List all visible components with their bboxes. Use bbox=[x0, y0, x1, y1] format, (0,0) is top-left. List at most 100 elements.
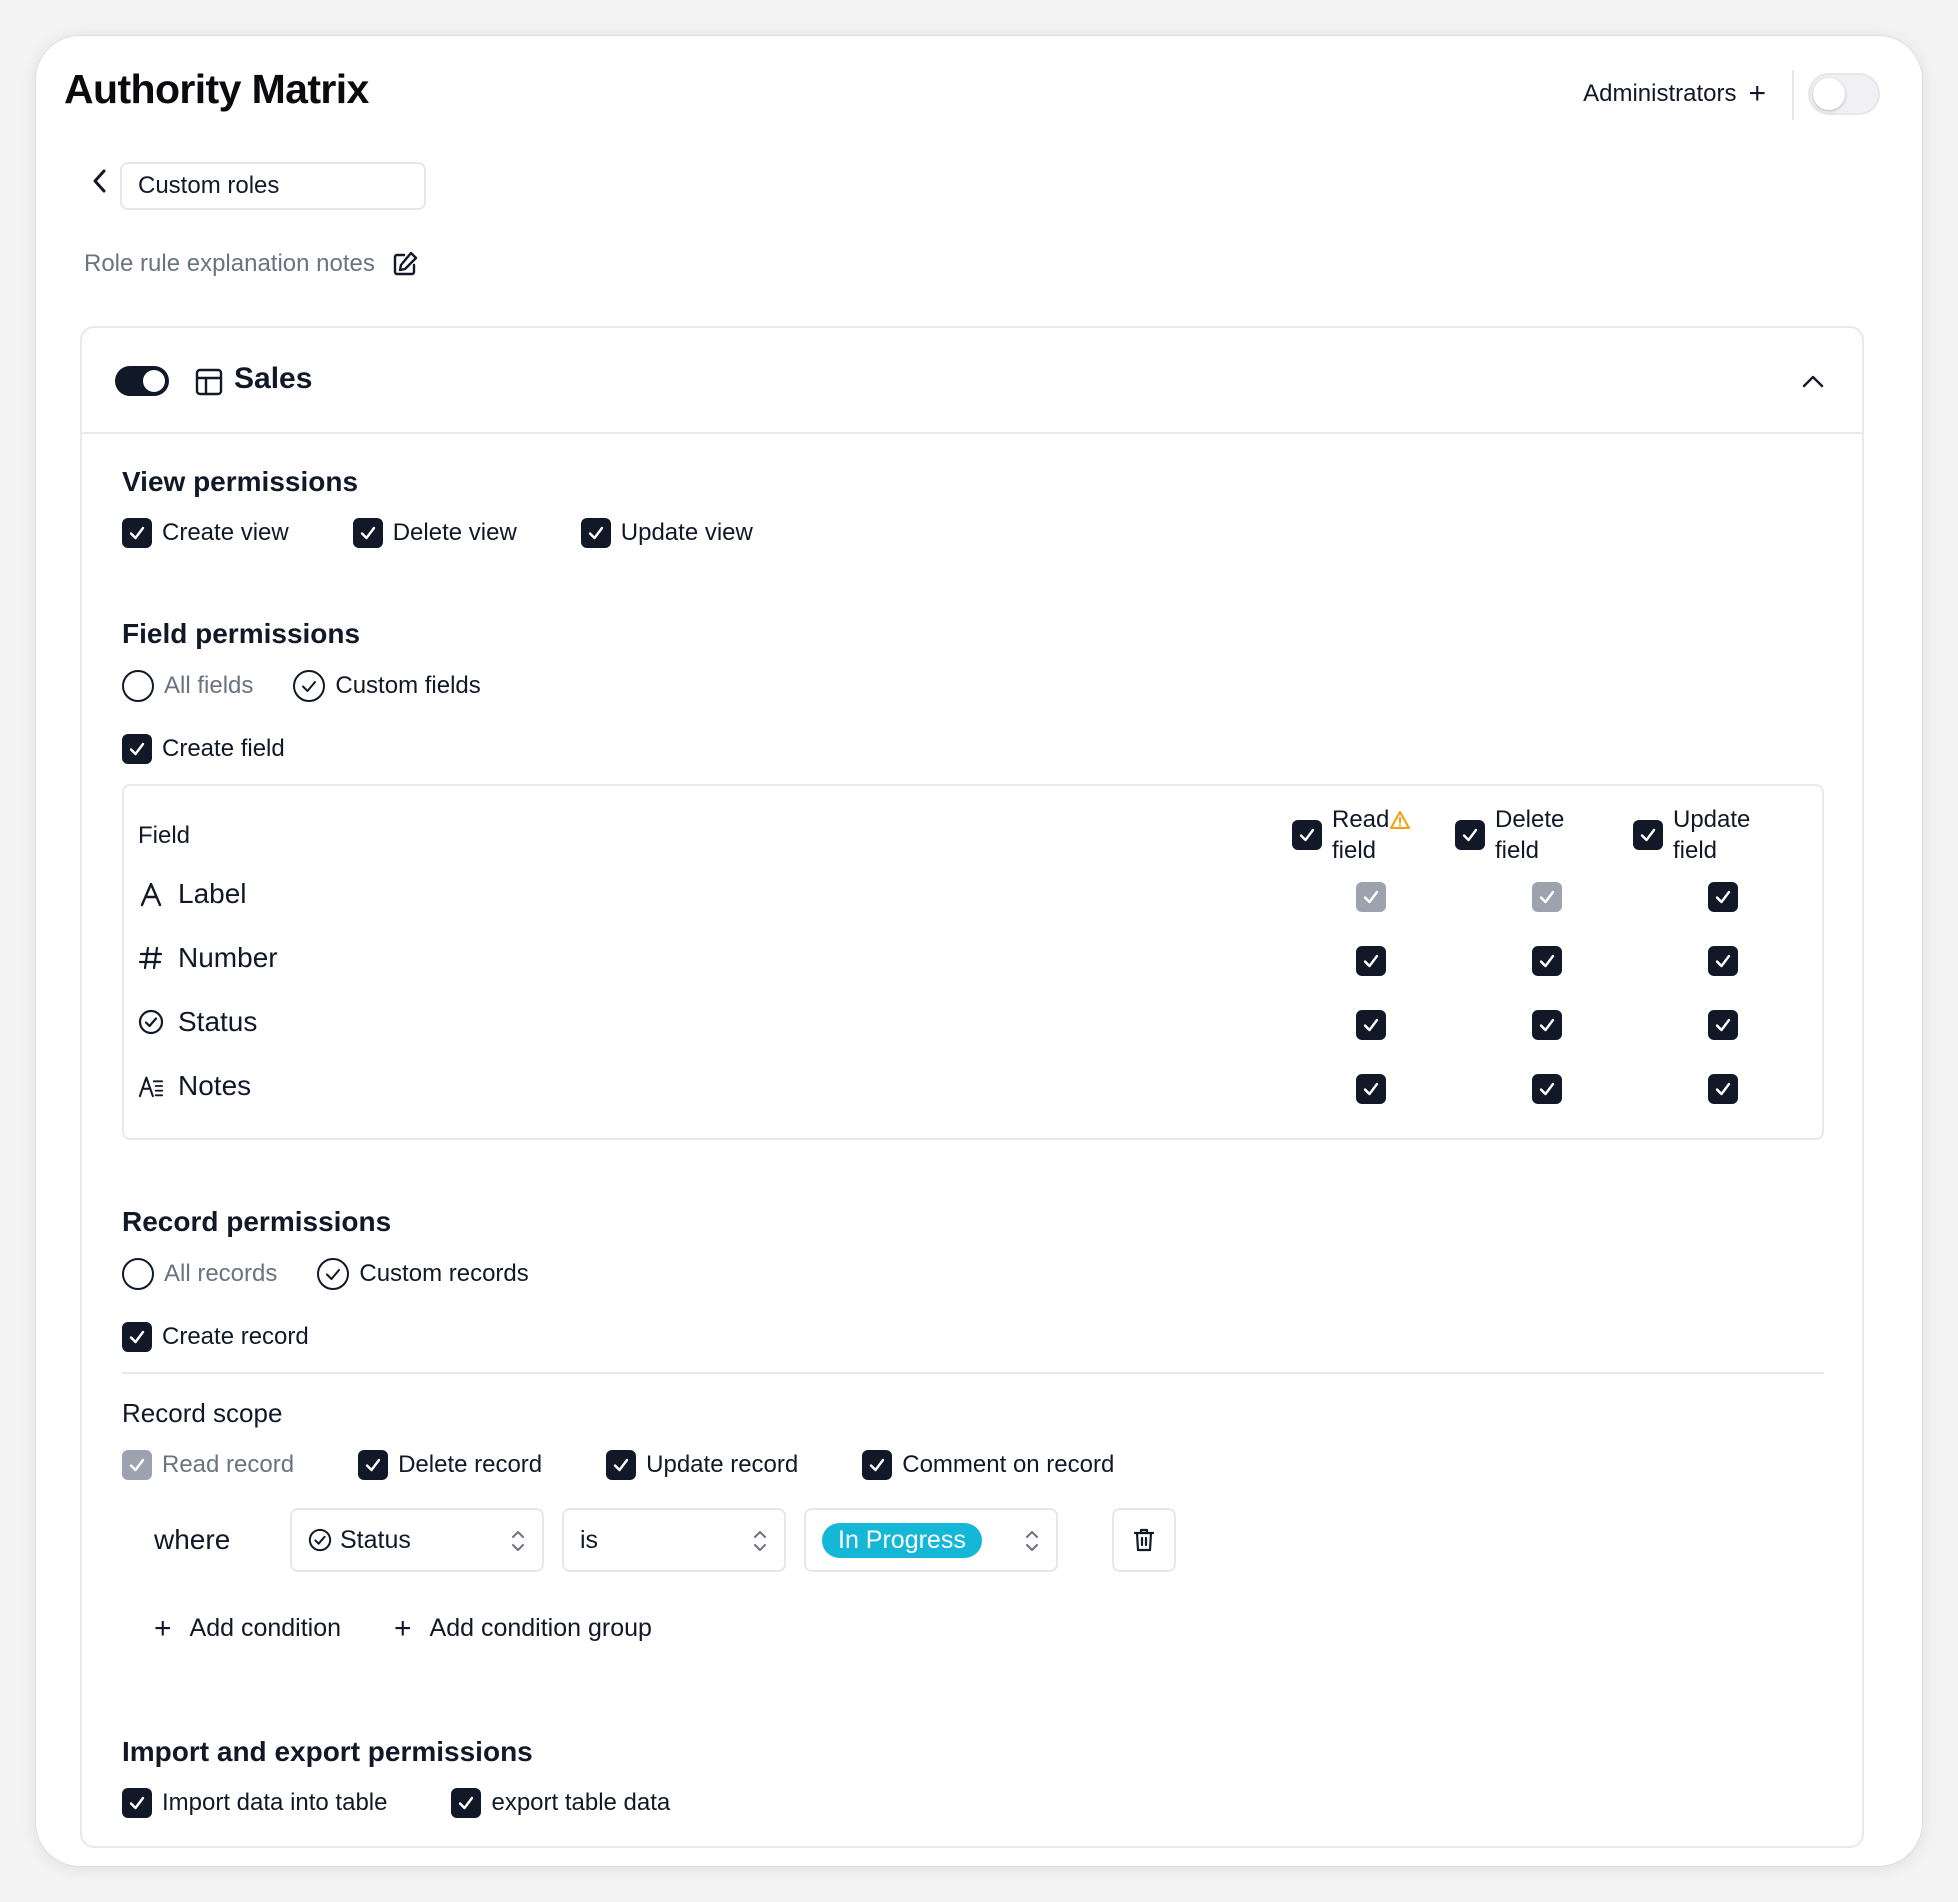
option-label: Custom fields bbox=[335, 672, 481, 699]
create-view-checkbox[interactable]: Create view bbox=[122, 518, 289, 548]
comment-record-checkbox[interactable]: Comment on record bbox=[862, 1450, 1114, 1480]
update-field-header[interactable]: Update field bbox=[1633, 804, 1750, 866]
option-label: Create field bbox=[162, 735, 285, 762]
delete-field-header[interactable]: Delete field bbox=[1455, 804, 1564, 866]
table-icon bbox=[195, 368, 223, 396]
update-record-checkbox[interactable]: Update record bbox=[606, 1450, 798, 1480]
field-column-header: Field bbox=[138, 822, 191, 849]
checkbox-checked-icon bbox=[1633, 820, 1663, 850]
import-export-options: Import data into table export table data bbox=[122, 1788, 670, 1818]
read-line2: field bbox=[1332, 837, 1377, 864]
option-label: Read record bbox=[162, 1451, 295, 1478]
record-scope-actions: Read record Delete record Update record … bbox=[122, 1450, 1114, 1480]
option-label: Custom records bbox=[359, 1260, 529, 1287]
checkbox-checked-icon bbox=[1455, 820, 1485, 850]
notes-delete-checkbox[interactable] bbox=[1532, 1074, 1562, 1104]
record-scope-options: All records Custom records bbox=[122, 1258, 529, 1290]
label-delete-checkbox[interactable] bbox=[1532, 882, 1562, 912]
delete-line1: Delete bbox=[1495, 806, 1565, 833]
plus-icon: + bbox=[394, 1611, 412, 1645]
read-field-header[interactable]: Read field bbox=[1292, 804, 1411, 866]
update-line2: field bbox=[1673, 837, 1718, 864]
checkbox-checked-icon bbox=[122, 1788, 152, 1818]
add-condition-group-button[interactable]: + Add condition group bbox=[394, 1611, 652, 1645]
label-read-checkbox[interactable] bbox=[1356, 882, 1386, 912]
header-divider bbox=[1792, 70, 1794, 120]
trash-icon bbox=[1133, 1528, 1155, 1552]
custom-records-radio[interactable]: Custom records bbox=[317, 1258, 529, 1290]
option-label: All records bbox=[164, 1260, 278, 1287]
option-label: export table data bbox=[491, 1789, 671, 1816]
notes-read-checkbox[interactable] bbox=[1356, 1074, 1386, 1104]
view-permissions-options: Create view Delete view Update view bbox=[122, 518, 753, 548]
field-permissions-title: Field permissions bbox=[122, 618, 361, 649]
update-view-checkbox[interactable]: Update view bbox=[580, 518, 753, 548]
toggle-knob bbox=[1813, 78, 1845, 110]
import-export-title: Import and export permissions bbox=[122, 1736, 533, 1767]
read-record-checkbox[interactable]: Read record bbox=[122, 1450, 294, 1480]
record-scope-title: Record scope bbox=[122, 1398, 283, 1428]
table-name: Sales bbox=[234, 362, 313, 395]
number-update-checkbox[interactable] bbox=[1708, 946, 1738, 976]
checkbox-checked-icon bbox=[862, 1450, 893, 1480]
checkbox-checked-icon bbox=[1292, 820, 1322, 850]
plus-icon: + bbox=[154, 1611, 172, 1645]
role-notes-link[interactable]: Role rule explanation notes bbox=[84, 250, 419, 278]
read-line1: Read bbox=[1332, 806, 1390, 833]
chevron-left-icon bbox=[93, 169, 106, 193]
administrators-button[interactable]: Administrators + bbox=[1583, 77, 1766, 110]
create-field-checkbox[interactable]: Create field bbox=[122, 734, 285, 764]
condition-value-select[interactable]: In Progress bbox=[804, 1508, 1058, 1572]
radio-empty-icon bbox=[122, 670, 154, 702]
warning-icon bbox=[1390, 810, 1411, 829]
all-records-radio[interactable]: All records bbox=[122, 1258, 277, 1290]
read-field-label: Read field bbox=[1332, 804, 1411, 866]
header-toggle[interactable] bbox=[1808, 73, 1880, 115]
custom-fields-radio[interactable]: Custom fields bbox=[293, 670, 481, 702]
radio-checked-icon bbox=[293, 670, 326, 702]
condition-operator-select[interactable]: is bbox=[562, 1508, 786, 1572]
delete-view-checkbox[interactable]: Delete view bbox=[352, 518, 517, 548]
status-check-circle-icon bbox=[138, 1009, 164, 1035]
status-delete-checkbox[interactable] bbox=[1532, 1010, 1562, 1040]
all-fields-radio[interactable]: All fields bbox=[122, 670, 253, 702]
hash-icon bbox=[138, 945, 164, 971]
role-name-input[interactable] bbox=[120, 162, 426, 210]
administrators-label: Administrators bbox=[1583, 80, 1737, 107]
chevron-up-down-icon bbox=[1026, 1531, 1038, 1551]
option-label: Update view bbox=[620, 519, 753, 546]
add-condition-button[interactable]: + Add condition bbox=[154, 1611, 341, 1645]
condition-field-select[interactable]: Status bbox=[290, 1508, 544, 1572]
export-data-checkbox[interactable]: export table data bbox=[451, 1788, 670, 1818]
chevron-up-down-icon bbox=[754, 1531, 766, 1551]
checkbox-checked-icon bbox=[606, 1450, 637, 1480]
checkbox-checked-icon bbox=[580, 518, 611, 548]
edit-icon bbox=[393, 251, 418, 276]
field-name: Status bbox=[178, 1006, 258, 1037]
status-check-circle-icon bbox=[308, 1528, 332, 1552]
create-record-checkbox[interactable]: Create record bbox=[122, 1322, 309, 1352]
table-enable-toggle[interactable] bbox=[115, 366, 169, 396]
import-data-checkbox[interactable]: Import data into table bbox=[122, 1788, 387, 1818]
plus-icon: + bbox=[1748, 77, 1766, 110]
delete-record-checkbox[interactable]: Delete record bbox=[358, 1450, 542, 1480]
option-label: Comment on record bbox=[902, 1451, 1115, 1478]
notes-update-checkbox[interactable] bbox=[1708, 1074, 1738, 1104]
number-delete-checkbox[interactable] bbox=[1532, 946, 1562, 976]
number-read-checkbox[interactable] bbox=[1356, 946, 1386, 976]
label-update-checkbox[interactable] bbox=[1708, 882, 1738, 912]
option-label: Import data into table bbox=[162, 1789, 388, 1816]
create-field-row: Create field bbox=[122, 734, 285, 764]
option-label: Delete record bbox=[398, 1451, 543, 1478]
chevron-up-icon[interactable] bbox=[1798, 366, 1828, 396]
option-label: Create record bbox=[162, 1323, 309, 1350]
back-button[interactable] bbox=[86, 166, 116, 196]
radio-checked-icon bbox=[317, 1258, 350, 1290]
status-read-checkbox[interactable] bbox=[1356, 1010, 1386, 1040]
status-update-checkbox[interactable] bbox=[1708, 1010, 1738, 1040]
delete-condition-button[interactable] bbox=[1112, 1508, 1176, 1572]
add-group-label: Add condition group bbox=[429, 1614, 652, 1642]
chevron-up-down-icon bbox=[512, 1531, 524, 1551]
table-permission-card: Sales View permissions Create view Delet… bbox=[80, 326, 1864, 1848]
where-label: where bbox=[154, 1524, 231, 1555]
